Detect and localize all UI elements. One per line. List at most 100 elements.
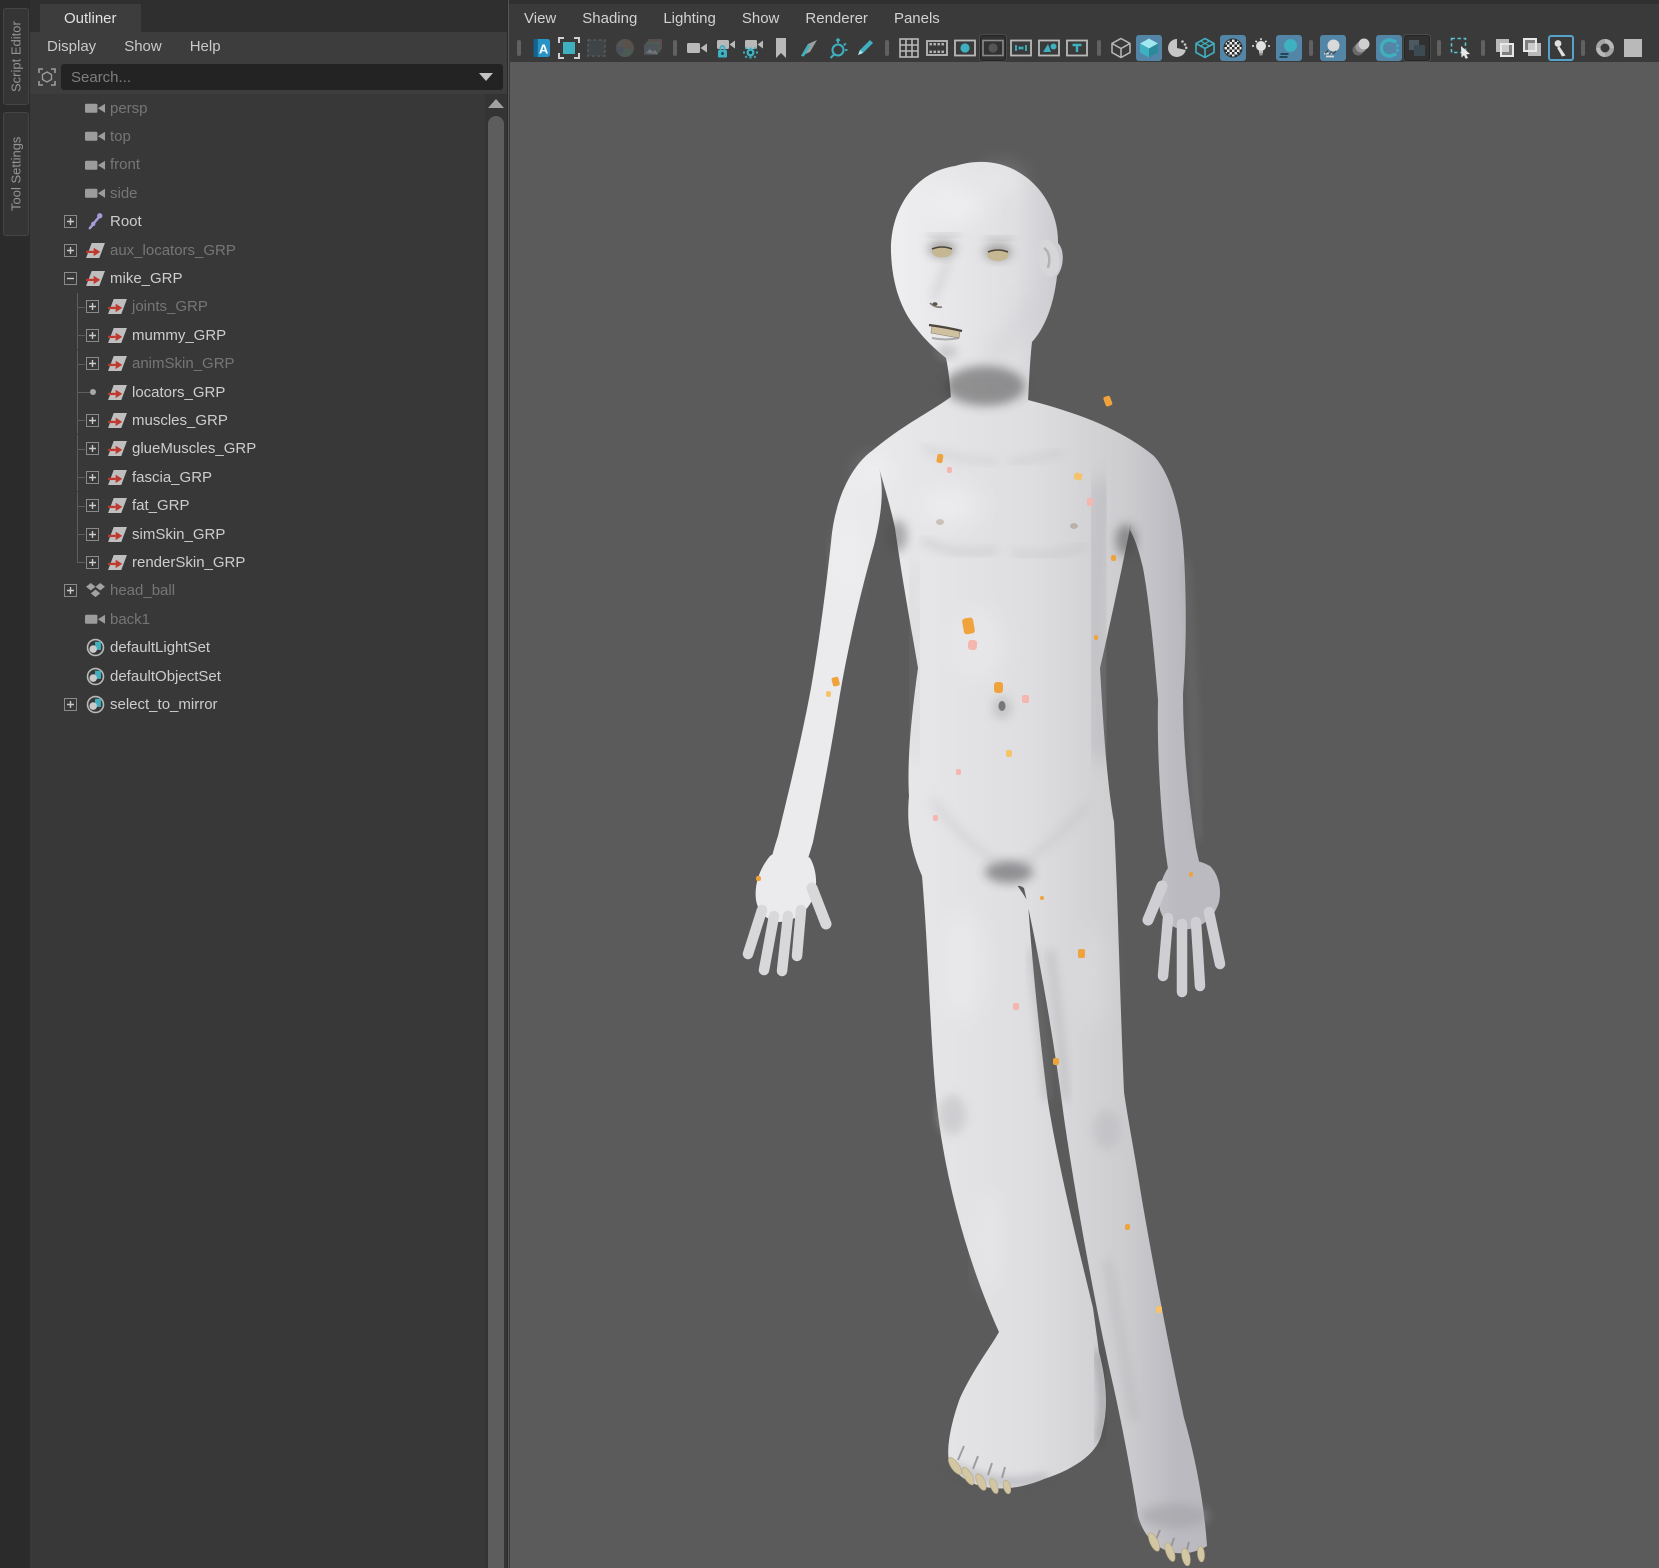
expand-toggle[interactable] [85, 470, 100, 485]
transform-icon [106, 412, 128, 429]
tab-tool-settings[interactable]: Tool Settings [3, 112, 29, 236]
expand-toggle[interactable] [85, 527, 100, 542]
bookmark-icon[interactable] [768, 35, 794, 61]
outliner-menu-help[interactable]: Help [176, 38, 235, 55]
tab-outliner[interactable]: Outliner [40, 4, 141, 32]
shaded-cube-icon[interactable] [1136, 35, 1162, 61]
expand-toggle[interactable] [85, 498, 100, 513]
expand-toggle[interactable] [85, 555, 100, 570]
gate-mask-icon[interactable] [980, 35, 1006, 61]
human-model[interactable] [510, 62, 1659, 1568]
outliner-row-glueMuscles_GRP[interactable]: glueMuscles_GRP [30, 435, 485, 463]
checker-sphere-icon[interactable] [1220, 35, 1246, 61]
outliner-row-renderSkin_GRP[interactable]: renderSkin_GRP [30, 548, 485, 576]
dof-squares-icon[interactable] [1404, 35, 1430, 61]
expand-toggle[interactable] [85, 441, 100, 456]
outliner-menu-display[interactable]: Display [30, 38, 110, 55]
outliner-row-side[interactable]: side [30, 179, 485, 207]
expand-toggle[interactable] [85, 356, 100, 371]
frame-corners-icon[interactable] [556, 35, 582, 61]
safe-action-icon[interactable] [1036, 35, 1062, 61]
expand-toggle[interactable] [85, 299, 100, 314]
outliner-row-Root[interactable]: Root [30, 208, 485, 236]
set-icon [84, 667, 106, 686]
expand-toggle[interactable] [63, 214, 78, 229]
expand-toggle[interactable] [63, 583, 78, 598]
viewport-menu-panels[interactable]: Panels [881, 10, 953, 27]
outliner-row-fat_GRP[interactable]: fat_GRP [30, 492, 485, 520]
viewport-panel: ViewShadingLightingShowRendererPanels A [508, 0, 1659, 1568]
msaa-ring-icon[interactable] [1376, 35, 1402, 61]
expand-toggle[interactable] [63, 271, 78, 286]
pie-sphere-icon[interactable] [612, 35, 638, 61]
film-gate-icon[interactable] [924, 35, 950, 61]
node-label: fascia_GRP [132, 469, 212, 486]
outliner-row-joints_GRP[interactable]: joints_GRP [30, 293, 485, 321]
outliner-row-defaultObjectSet[interactable]: defaultObjectSet [30, 662, 485, 690]
outliner-row-mike_GRP[interactable]: mike_GRP [30, 264, 485, 292]
outliner-row-muscles_GRP[interactable]: muscles_GRP [30, 406, 485, 434]
camera-icon[interactable] [684, 35, 710, 61]
light-bulb-icon[interactable] [1248, 35, 1274, 61]
filter-icon[interactable] [33, 64, 61, 90]
toolbar-separator [1097, 40, 1101, 56]
dashed-square-icon[interactable] [584, 35, 610, 61]
search-input[interactable] [61, 69, 479, 86]
expand-toggle[interactable] [63, 697, 78, 712]
camera-lock-icon[interactable] [712, 35, 738, 61]
outliner-row-persp[interactable]: persp [30, 94, 485, 122]
outliner-row-front[interactable]: front [30, 151, 485, 179]
camera-gear-icon[interactable] [740, 35, 766, 61]
field-chart-icon[interactable] [1008, 35, 1034, 61]
ssao-sphere-icon[interactable] [1320, 35, 1346, 61]
xray-joints-icon[interactable] [1548, 35, 1574, 61]
xray-active-icon[interactable] [1520, 35, 1546, 61]
resolution-gate-icon[interactable] [952, 35, 978, 61]
outliner-row-back1[interactable]: back1 [30, 605, 485, 633]
outliner-row-simSkin_GRP[interactable]: simSkin_GRP [30, 520, 485, 548]
xray-icon[interactable] [1492, 35, 1518, 61]
shadow-sphere-icon[interactable] [1276, 35, 1302, 61]
pencil-icon[interactable] [852, 35, 878, 61]
book-a-icon[interactable]: A [528, 35, 554, 61]
search-dropdown-icon[interactable] [479, 73, 493, 81]
expand-toggle[interactable] [85, 328, 100, 343]
viewport-menu-lighting[interactable]: Lighting [650, 10, 729, 27]
viewport-menu-shading[interactable]: Shading [569, 10, 650, 27]
outliner-row-fascia_GRP[interactable]: fascia_GRP [30, 463, 485, 491]
node-label: locators_GRP [132, 384, 225, 401]
aperture-icon[interactable] [1592, 35, 1618, 61]
image-stack-icon[interactable] [640, 35, 666, 61]
viewport-canvas[interactable] [510, 62, 1659, 1568]
viewport-menu-show[interactable]: Show [729, 10, 793, 27]
scrollbar-thumb[interactable] [488, 116, 504, 1568]
tab-script-editor[interactable]: Script Editor [3, 8, 29, 105]
isolate-select-icon[interactable] [1448, 35, 1474, 61]
scrollbar-up-arrow[interactable] [485, 94, 507, 112]
outliner-row-defaultLightSet[interactable]: defaultLightSet [30, 634, 485, 662]
pan-zoom-icon[interactable] [824, 35, 850, 61]
viewport-menu-renderer[interactable]: Renderer [792, 10, 881, 27]
outliner-tree: persptopfrontsideRootaux_locators_GRPmik… [30, 94, 485, 1568]
toolbar-separator [1581, 40, 1585, 56]
outliner-row-head_ball[interactable]: head_ball [30, 577, 485, 605]
outliner-row-select_to_mirror[interactable]: select_to_mirror [30, 690, 485, 718]
expand-toggle[interactable] [63, 243, 78, 258]
expand-spacer [63, 157, 78, 172]
outliner-row-aux_locators_GRP[interactable]: aux_locators_GRP [30, 236, 485, 264]
page-flip-icon[interactable] [796, 35, 822, 61]
wireframe-cube-icon[interactable] [1108, 35, 1134, 61]
outliner-row-animSkin_GRP[interactable]: animSkin_GRP [30, 350, 485, 378]
outliner-row-mummy_GRP[interactable]: mummy_GRP [30, 321, 485, 349]
grid-icon[interactable] [896, 35, 922, 61]
outliner-row-locators_GRP[interactable]: locators_GRP [30, 378, 485, 406]
outliner-row-top[interactable]: top [30, 122, 485, 150]
textured-cube-icon[interactable] [1192, 35, 1218, 61]
edge-partial-icon[interactable] [1620, 35, 1646, 61]
material-sphere-icon[interactable] [1164, 35, 1190, 61]
viewport-menu-view[interactable]: View [511, 10, 569, 27]
expand-toggle[interactable] [85, 413, 100, 428]
safe-title-icon[interactable] [1064, 35, 1090, 61]
outliner-menu-show[interactable]: Show [110, 38, 176, 55]
motion-blur-icon[interactable] [1348, 35, 1374, 61]
